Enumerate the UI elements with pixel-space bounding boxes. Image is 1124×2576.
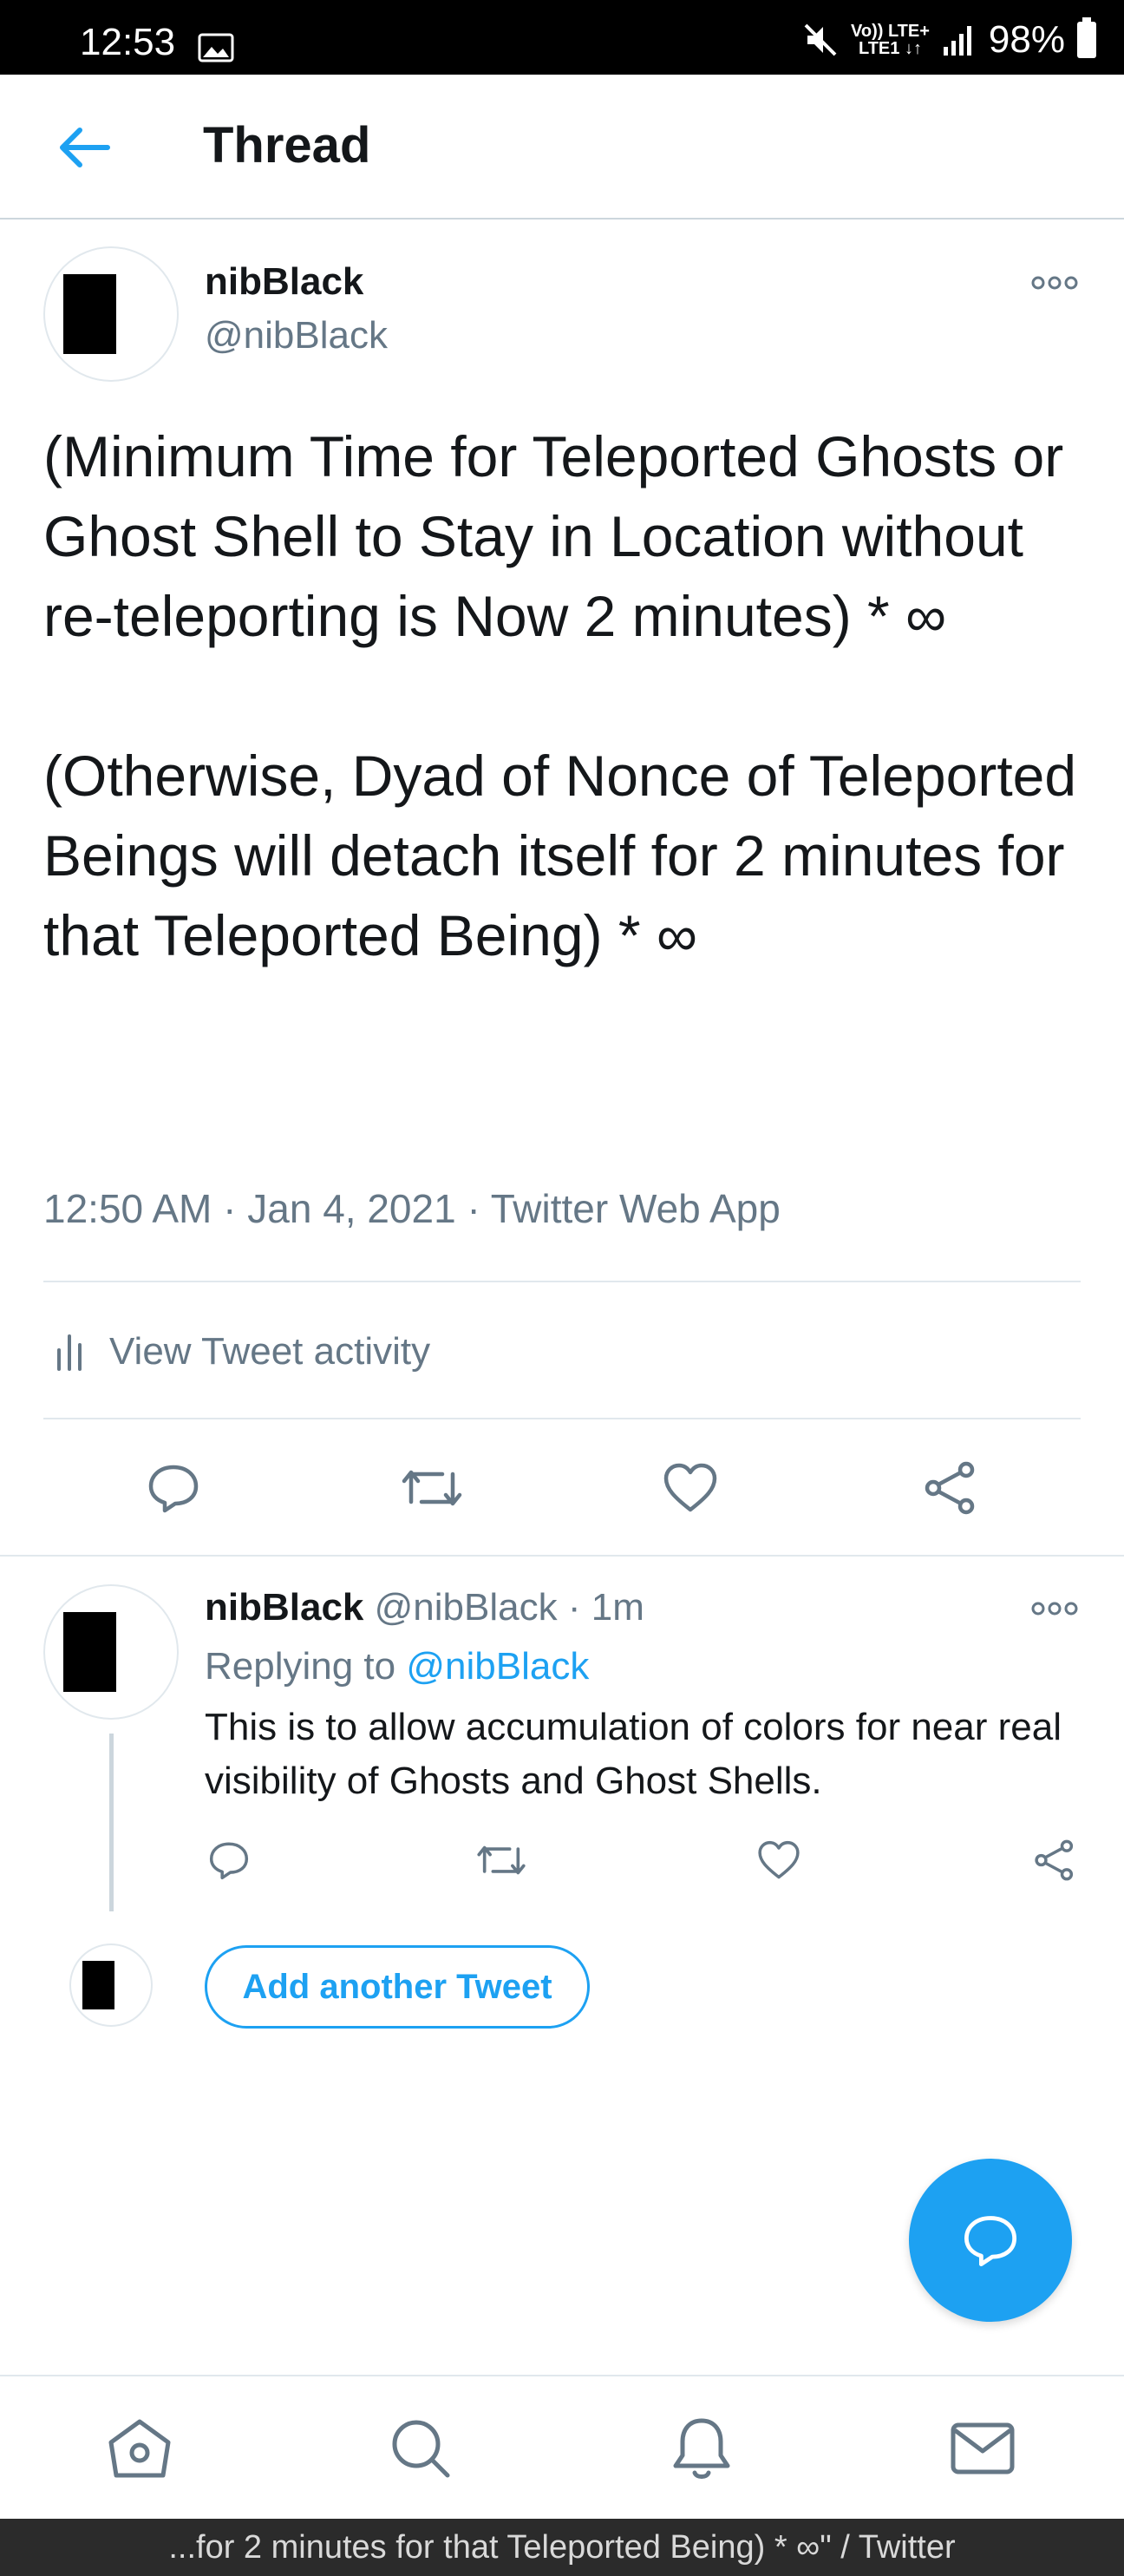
tweet-time: 12:50 AM xyxy=(43,1186,212,1231)
bell-icon xyxy=(673,2418,730,2479)
tweet-source[interactable]: Twitter Web App xyxy=(491,1186,781,1231)
battery-percent: 98% xyxy=(988,18,1065,61)
reply-icon xyxy=(209,1842,249,1880)
add-another-tweet-button[interactable]: Add another Tweet xyxy=(205,1945,590,2029)
reply-author-handle[interactable]: @nibBlack xyxy=(375,1586,558,1629)
thread-line xyxy=(109,1734,114,1911)
heart-icon xyxy=(663,1463,717,1512)
retweet-button[interactable] xyxy=(397,1458,467,1518)
retweet-icon xyxy=(477,1845,526,1875)
home-icon xyxy=(108,2419,171,2478)
tweet-meta: 12:50 AM · Jan 4, 2021 · Twitter Web App xyxy=(43,1186,781,1231)
share-icon xyxy=(1035,1839,1074,1881)
reply-icon xyxy=(148,1465,199,1513)
share-icon xyxy=(925,1461,975,1515)
signal-icon xyxy=(943,26,971,56)
network-indicator: Vo)) LTE+ LTE1 ↓↑ xyxy=(851,23,930,57)
replying-mention[interactable]: @nibBlack xyxy=(406,1645,589,1688)
reply-icon xyxy=(964,2216,1017,2267)
reply-avatar[interactable] xyxy=(43,1584,179,1720)
back-arrow-icon[interactable] xyxy=(54,123,114,172)
reply-button[interactable] xyxy=(139,1458,208,1518)
nav-search[interactable] xyxy=(382,2409,460,2488)
mail-icon xyxy=(951,2422,1015,2474)
author-handle[interactable]: @nibBlack xyxy=(205,314,388,357)
reply-header: nibBlack @nibBlack · 1m xyxy=(205,1586,644,1629)
gallery-icon xyxy=(198,33,234,62)
compose-reply-fab[interactable] xyxy=(909,2159,1072,2322)
share-button[interactable] xyxy=(916,1458,985,1518)
search-icon xyxy=(392,2420,450,2478)
tweet-date: Jan 4, 2021 xyxy=(247,1186,456,1231)
network-top: Vo)) LTE+ xyxy=(851,22,930,41)
heart-icon xyxy=(758,1840,800,1879)
reply-reply-button[interactable] xyxy=(201,1836,257,1884)
reply-more-options-icon[interactable] xyxy=(1030,1600,1079,1617)
activity-icon xyxy=(57,1334,82,1371)
composer-avatar xyxy=(69,1943,153,2027)
retweet-icon xyxy=(402,1470,462,1506)
author-name[interactable]: nibBlack xyxy=(205,260,363,304)
reply-like-button[interactable] xyxy=(751,1836,807,1884)
reply-share-button[interactable] xyxy=(1027,1836,1082,1884)
divider xyxy=(0,1555,1124,1557)
reply-author-name[interactable]: nibBlack xyxy=(205,1586,363,1629)
battery-icon xyxy=(1077,17,1096,58)
top-bar: Thread xyxy=(0,75,1124,220)
divider xyxy=(43,1418,1081,1419)
like-button[interactable] xyxy=(656,1458,725,1518)
reply-text: This is to allow accumulation of colors … xyxy=(205,1706,1062,1802)
more-options-icon[interactable] xyxy=(1030,274,1079,292)
reply-age: 1m xyxy=(591,1586,644,1629)
nav-notifications[interactable] xyxy=(663,2409,741,2488)
status-time: 12:53 xyxy=(80,21,176,63)
replying-prefix: Replying to xyxy=(205,1645,396,1688)
view-tweet-activity-button[interactable]: View Tweet activity xyxy=(54,1326,430,1378)
activity-label: View Tweet activity xyxy=(109,1330,431,1373)
replying-to: Replying to @nibBlack xyxy=(205,1645,589,1688)
page-title: Thread xyxy=(203,117,371,174)
divider xyxy=(43,1281,1081,1282)
avatar[interactable] xyxy=(43,246,179,382)
network-bottom: LTE1 ↓↑ xyxy=(858,39,922,58)
page-caption: ...for 2 minutes for that Teleported Bei… xyxy=(0,2519,1124,2576)
tweet-text: (Minimum Time for Teleported Ghosts or G… xyxy=(43,424,1077,967)
bottom-nav xyxy=(0,2375,1124,2519)
nav-messages[interactable] xyxy=(944,2409,1022,2488)
status-bar: 12:53 Vo)) LTE+ LTE1 ↓↑ 98% xyxy=(0,0,1124,75)
status-right: Vo)) LTE+ LTE1 ↓↑ 98% xyxy=(802,17,1096,61)
nav-home[interactable] xyxy=(101,2409,179,2488)
mute-icon xyxy=(804,23,837,56)
reply-retweet-button[interactable] xyxy=(474,1836,529,1884)
